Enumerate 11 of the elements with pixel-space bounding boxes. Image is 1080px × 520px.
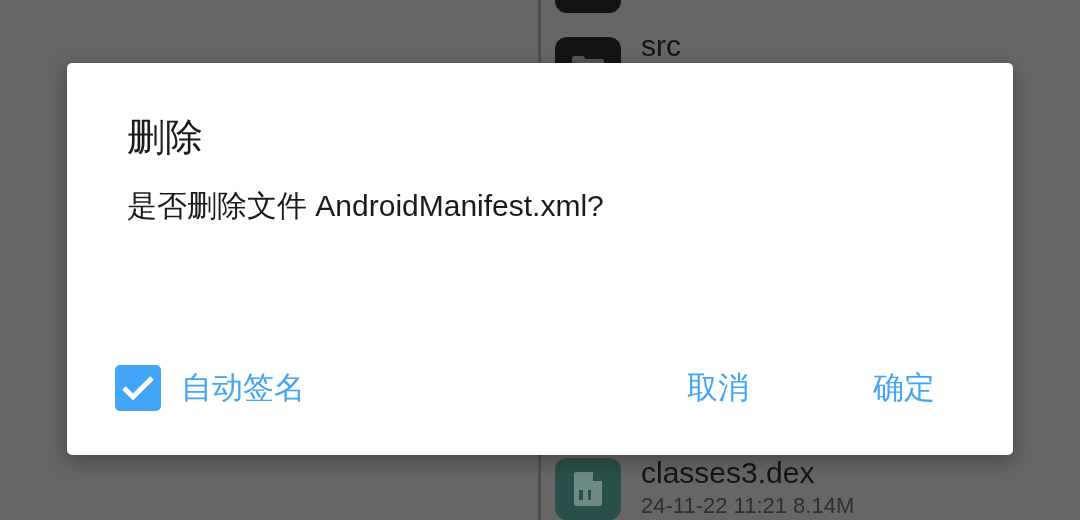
dialog-message: 是否删除文件 AndroidManifest.xml?: [127, 187, 605, 224]
cancel-button[interactable]: 取消: [669, 360, 767, 415]
confirm-button[interactable]: 确定: [855, 360, 953, 415]
file-meta: 24-11-22 11:21 8.14M: [641, 492, 855, 520]
dialog-title: 删除: [127, 115, 204, 160]
file-name: src: [641, 29, 681, 62]
check-icon: [121, 374, 155, 401]
checkbox[interactable]: [115, 364, 161, 411]
checkbox-label[interactable]: 自动签名: [181, 364, 305, 411]
dex-file-icon: [555, 458, 621, 520]
file-name: classes3.dex: [641, 456, 816, 489]
